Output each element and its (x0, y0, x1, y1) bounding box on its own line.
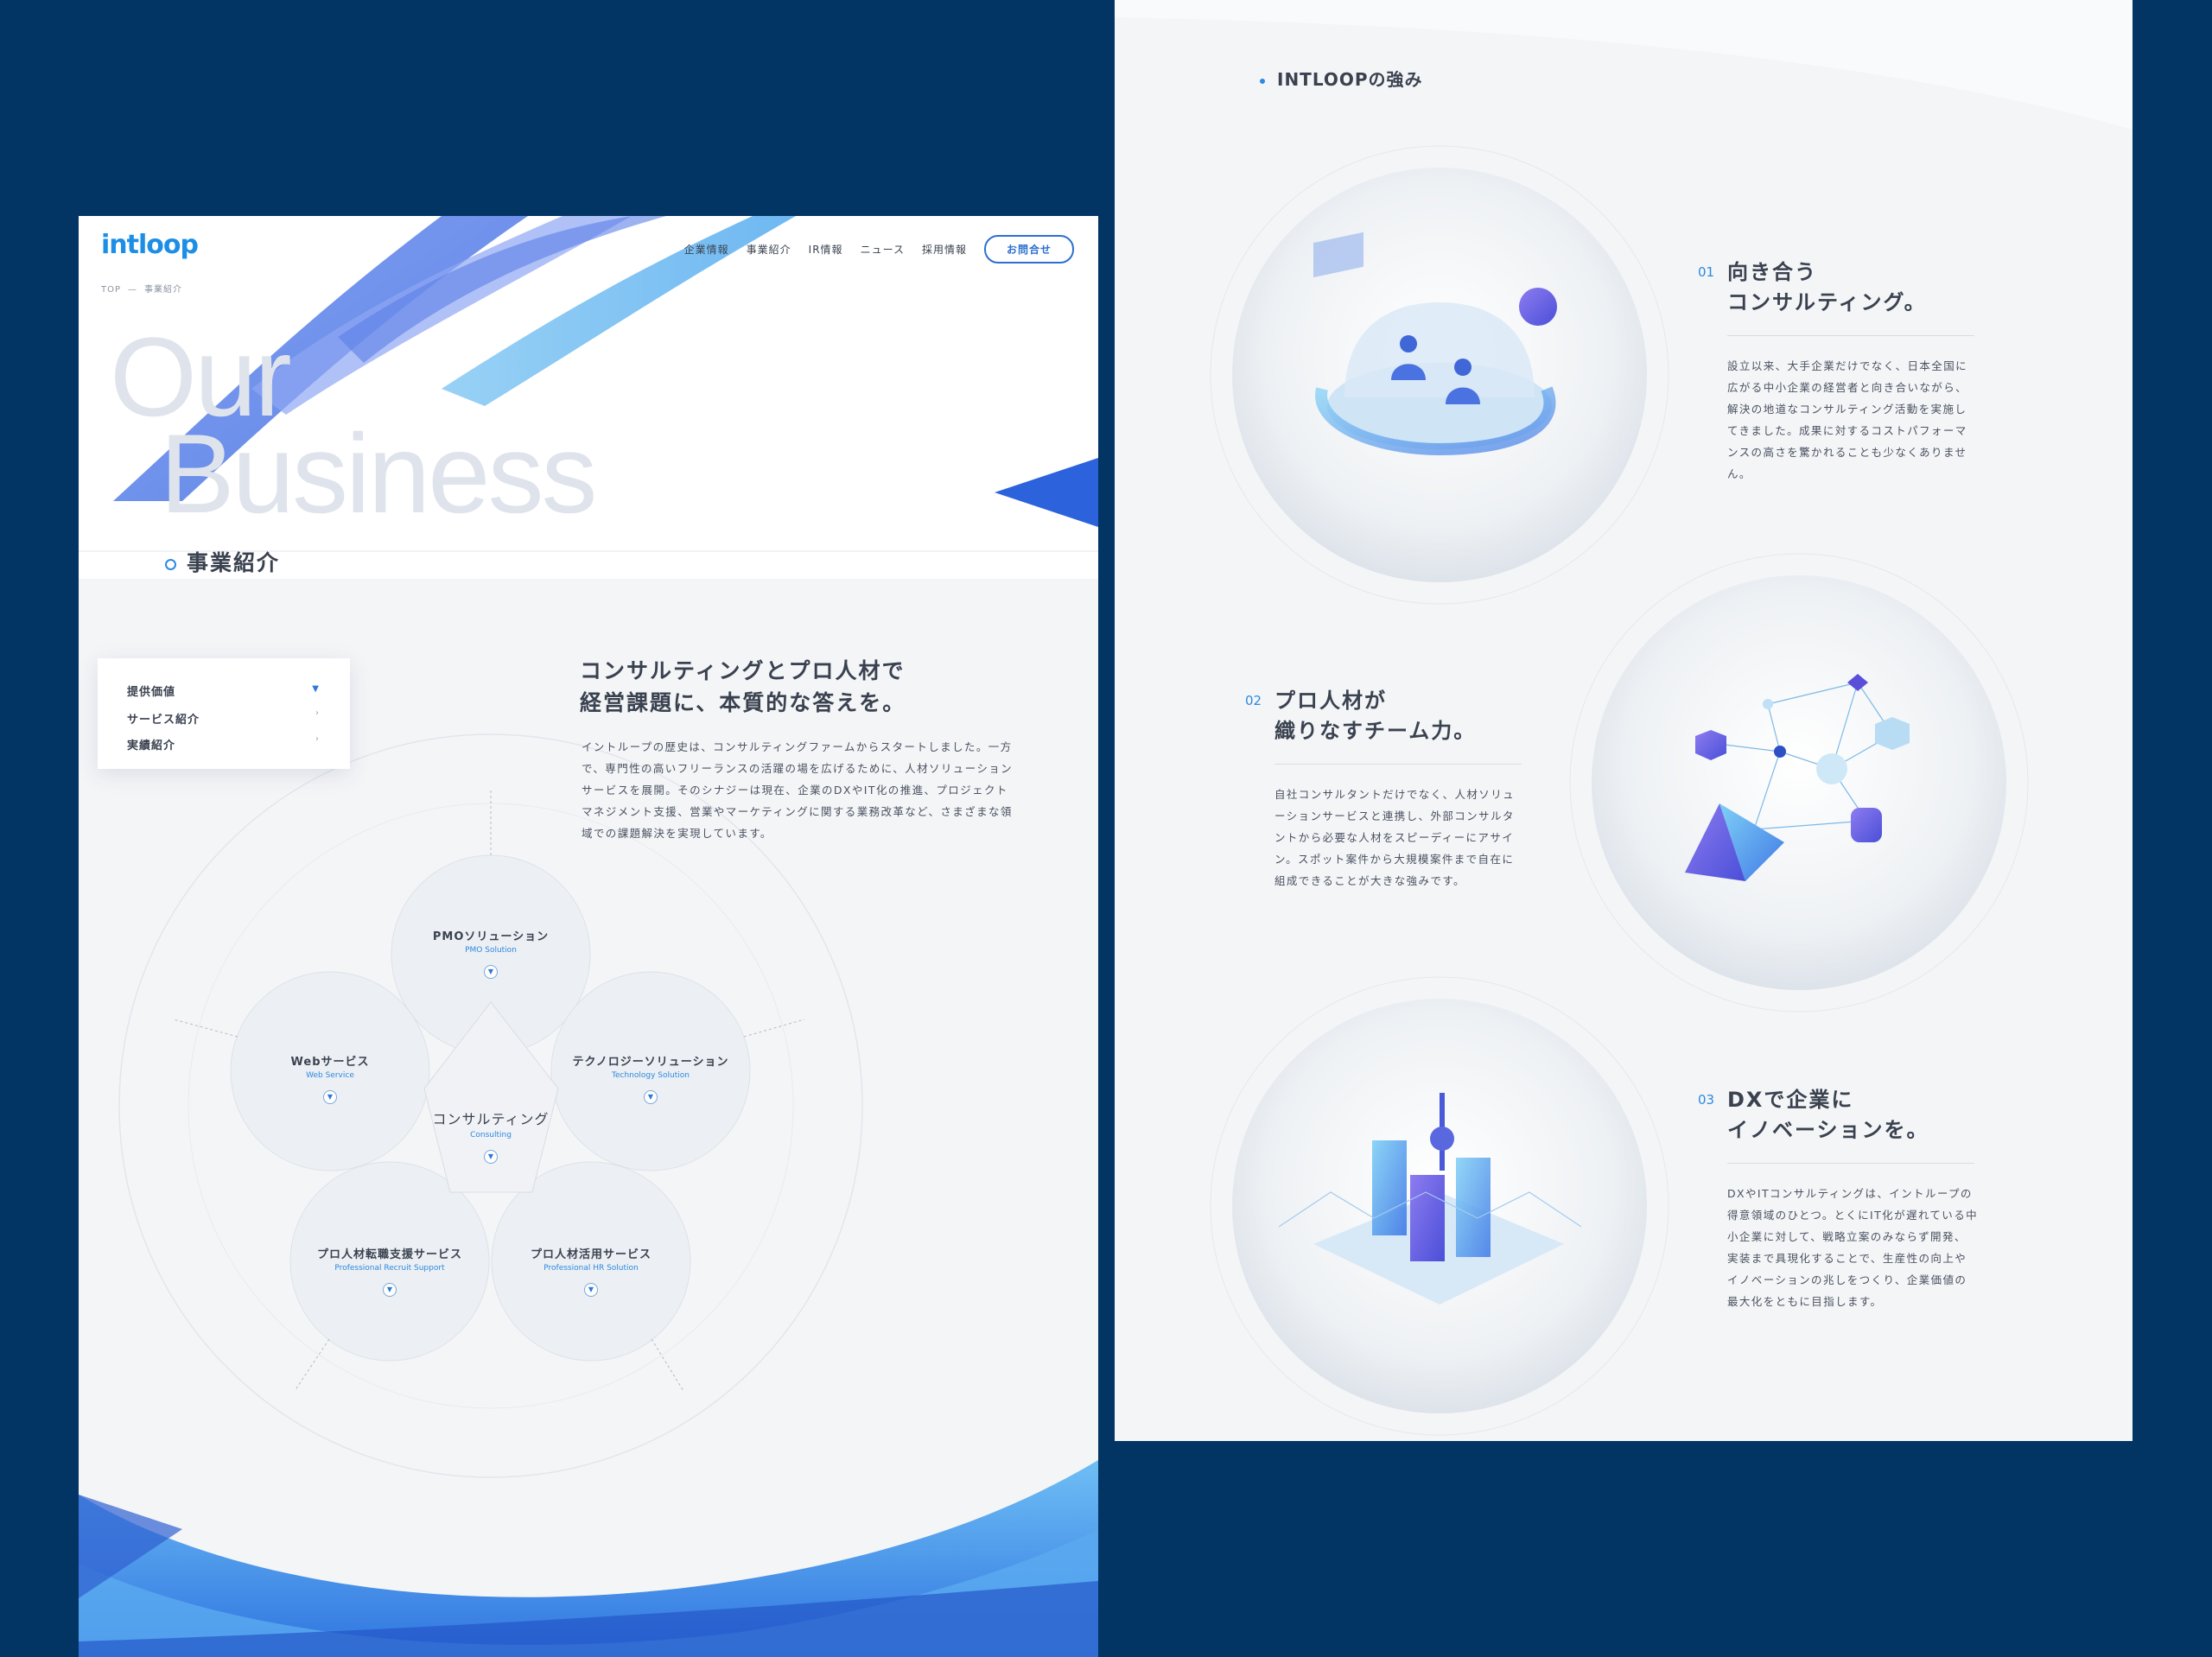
divider (1727, 335, 1974, 336)
hero-title: Our Business (110, 321, 597, 536)
strengths-title: INTLOOPの強み (1260, 66, 1423, 91)
node-title: テクノロジーソリューション (572, 1056, 729, 1069)
diagram-node-pmo[interactable]: PMOソリューション PMO Solution ▼ (387, 927, 594, 979)
feature-title-line2: イノベーションを。 (1727, 1118, 1929, 1142)
node-subtitle: Technology Solution (612, 1071, 690, 1080)
breadcrumb: TOP — 事業紹介 (101, 282, 182, 295)
feature-number: 02 (1245, 693, 1262, 708)
breadcrumb-home[interactable]: TOP (101, 285, 121, 295)
divider (1727, 1163, 1974, 1164)
subnav-item-label: 提供価値 (127, 686, 176, 699)
hero-title-line2: Business (160, 410, 597, 536)
chevron-down-icon[interactable]: ▼ (584, 1283, 598, 1297)
subnav-item-services[interactable]: サービス紹介 (127, 710, 200, 727)
feature-title-line1: 向き合う (1727, 260, 1817, 284)
node-title: プロ人材活用サービス (530, 1248, 652, 1261)
business-page-panel: intloop 企業情報 事業紹介 IR情報 ニュース 採用情報 お問合せ TO… (79, 216, 1098, 1657)
chevron-down-icon: ▼ (312, 684, 319, 694)
node-subtitle: Consulting (470, 1131, 512, 1140)
logo-part-loop: loop (137, 230, 199, 260)
feature-title-line1: DXで企業に (1727, 1088, 1854, 1112)
node-title: PMOソリューション (432, 930, 550, 943)
page-title: 事業紹介 (165, 546, 280, 577)
ring-bullet-icon (165, 558, 176, 570)
chevron-down-icon[interactable]: ▼ (383, 1283, 397, 1297)
section-heading-line2: 経営課題に、本質的な答えを。 (580, 690, 906, 715)
node-title: コンサルティング (432, 1111, 550, 1127)
node-title: プロ人材転職支援サービス (316, 1248, 462, 1261)
chevron-down-icon[interactable]: ▼ (323, 1090, 337, 1104)
feature-number: 03 (1698, 1092, 1715, 1108)
breadcrumb-separator: — (128, 285, 138, 295)
feature-title-line2: 織りなすチーム力。 (1274, 719, 1477, 743)
strengths-panel: INTLOOPの強み 01 向き合うコンサルティング。 設立以来、大手企業だけで… (1115, 0, 2133, 1441)
chevron-right-icon: › (315, 708, 319, 718)
divider (1274, 764, 1522, 765)
global-nav: 企業情報 事業紹介 IR情報 ニュース 採用情報 お問合せ (684, 235, 1074, 263)
chevron-right-icon: › (315, 734, 319, 744)
nav-recruit[interactable]: 採用情報 (922, 242, 967, 257)
nav-company[interactable]: 企業情報 (684, 242, 729, 257)
nav-ir[interactable]: IR情報 (809, 242, 843, 257)
diagram-node-technology[interactable]: テクノロジーソリューション Technology Solution ▼ (547, 1052, 754, 1104)
page-title-text: 事業紹介 (187, 550, 281, 575)
node-subtitle: PMO Solution (465, 946, 517, 955)
feature-3: 03 DXで企業にイノベーションを。 DXやITコンサルティングは、イントループ… (1698, 1085, 1986, 1312)
intloop-logo[interactable]: intloop (101, 230, 199, 260)
nav-business[interactable]: 事業紹介 (747, 242, 791, 257)
diagram-node-consulting[interactable]: コンサルティング Consulting ▼ (387, 1108, 594, 1164)
feature-body: 自社コンサルタントだけでなく、人材ソリューションサービスと連携し、外部コンサルタ… (1274, 788, 1516, 887)
feature-body: 設立以来、大手企業だけでなく、日本全国に広がる中小企業の経営者と向き合いながら、… (1727, 359, 1968, 480)
logo-part-int: int (101, 230, 139, 260)
section-heading-line1: コンサルティングとプロ人材で (580, 658, 906, 683)
section-subnav: 提供価値 ▼ サービス紹介 › 実績紹介 › (98, 658, 350, 769)
strengths-title-text: INTLOOPの強み (1277, 69, 1423, 90)
node-subtitle: Professional Recruit Support (334, 1264, 445, 1273)
contact-button[interactable]: お問合せ (983, 235, 1074, 263)
node-subtitle: Web Service (306, 1071, 354, 1080)
node-title: Webサービス (290, 1056, 370, 1069)
breadcrumb-current: 事業紹介 (144, 285, 183, 295)
subnav-item-label: サービス紹介 (127, 714, 200, 727)
feature-number: 01 (1698, 264, 1715, 280)
subnav-item-label: 実績紹介 (127, 740, 176, 752)
subnav-item-cases[interactable]: 実績紹介 (127, 736, 175, 752)
feature-2: 02 プロ人材が織りなすチーム力。 自社コンサルタントだけでなく、人材ソリューシ… (1245, 686, 1534, 892)
feature-body: DXやITコンサルティングは、イントループの得意領域のひとつ。とくにIT化が遅れ… (1727, 1187, 1978, 1308)
chevron-down-icon[interactable]: ▼ (484, 965, 498, 979)
chevron-down-icon[interactable]: ▼ (644, 1090, 658, 1104)
feature-1: 01 向き合うコンサルティング。 設立以来、大手企業だけでなく、日本全国に広がる… (1698, 257, 1986, 485)
subnav-item-value[interactable]: 提供価値 (127, 682, 175, 699)
node-subtitle: Professional HR Solution (543, 1264, 639, 1273)
section-heading: コンサルティングとプロ人材で 経営課題に、本質的な答えを。 (580, 655, 906, 719)
diagram-node-web[interactable]: Webサービス Web Service ▼ (226, 1052, 434, 1104)
section-lead: イントループの歴史は、コンサルティングファームからスタートしました。一方で、専門… (582, 740, 1014, 840)
feature-title-line1: プロ人材が (1274, 689, 1387, 713)
diagram-node-recruit-support[interactable]: プロ人材転職支援サービス Professional Recruit Suppor… (286, 1245, 493, 1297)
dot-bullet-icon (1260, 78, 1265, 84)
diagram-node-hr-solution[interactable]: プロ人材活用サービス Professional HR Solution ▼ (487, 1245, 695, 1297)
nav-news[interactable]: ニュース (861, 242, 905, 257)
feature-title-line2: コンサルティング。 (1727, 290, 1927, 314)
chevron-down-icon[interactable]: ▼ (484, 1150, 498, 1164)
